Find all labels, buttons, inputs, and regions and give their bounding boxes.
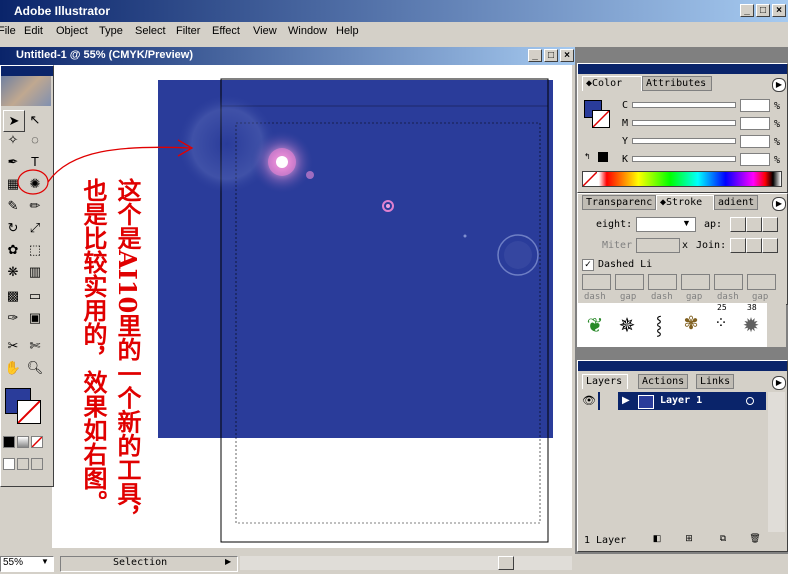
- status-dropdown-icon[interactable]: ▶: [225, 557, 231, 566]
- channel-m-label: M: [622, 118, 629, 129]
- tab-stroke[interactable]: ◆Stroke: [656, 195, 714, 210]
- miter-suffix: x: [682, 240, 689, 251]
- tab-layers[interactable]: Layers: [582, 374, 628, 389]
- splatter-brush-icon[interactable]: ✹: [737, 313, 765, 341]
- channel-m-slider[interactable]: [632, 120, 736, 126]
- new-sublayer-icon[interactable]: ⊞: [682, 533, 696, 546]
- round-cap-button[interactable]: [746, 217, 762, 232]
- channel-y-unit: %: [774, 137, 781, 148]
- miter-input[interactable]: [636, 238, 680, 253]
- lock-toggle[interactable]: [600, 392, 618, 410]
- color-panel-titlebar[interactable]: [578, 64, 787, 74]
- gap-3-label: gap: [752, 292, 769, 302]
- stroke-panel: Transparenc ◆Stroke adient ▶ eight: ▼ ap…: [577, 193, 788, 305]
- brush-size-38: 38: [747, 303, 757, 312]
- ink-brush-icon[interactable]: ⸾: [645, 313, 673, 341]
- visibility-eye-icon[interactable]: 👁︎: [580, 392, 598, 410]
- tab-color[interactable]: ◆Color: [582, 76, 642, 91]
- make-clipping-mask-icon[interactable]: ◧: [650, 533, 664, 546]
- square-cap-button[interactable]: [762, 217, 778, 232]
- channel-c-slider[interactable]: [632, 102, 736, 108]
- status-mode-value: Selection: [113, 557, 168, 568]
- layer-name[interactable]: Layer 1: [660, 395, 702, 406]
- layers-panel-menu-button[interactable]: ▶: [772, 376, 786, 390]
- brushes-scrollbar[interactable]: [767, 303, 786, 347]
- channel-y-slider[interactable]: [632, 138, 736, 144]
- tab-transparency[interactable]: Transparenc: [582, 195, 656, 210]
- brushes-panel: 25 38 ❦ ✵ ⸾ ✾ ⁘ ✹: [577, 303, 767, 347]
- gap-1-label: gap: [620, 292, 637, 302]
- target-circle-icon[interactable]: [746, 397, 754, 405]
- color-stroke-swatch[interactable]: [592, 110, 610, 128]
- tab-links[interactable]: Links: [696, 374, 734, 389]
- bevel-join-button[interactable]: [762, 238, 778, 253]
- color-spectrum-bar[interactable]: [582, 171, 782, 187]
- dash-1-label: dash: [584, 292, 606, 302]
- color-panel-menu-button[interactable]: ▶: [772, 78, 786, 92]
- gap-2-input[interactable]: [681, 274, 710, 290]
- dash-1-input[interactable]: [582, 274, 611, 290]
- star-brush-icon[interactable]: ✵: [613, 313, 641, 341]
- horizontal-scrollbar[interactable]: [240, 556, 572, 570]
- out-of-gamut-icon[interactable]: ↰: [584, 152, 591, 161]
- channel-k-slider[interactable]: [632, 156, 736, 162]
- layers-panel: Layers Actions Links ▶ 👁︎ ▶ Layer 1 1 La…: [577, 360, 788, 552]
- channel-m-input[interactable]: [740, 117, 770, 130]
- vertical-scrollbar[interactable]: [572, 65, 575, 548]
- annotation-line-1: 这个是AI10里的一个新的工具，: [113, 178, 142, 530]
- layer-row[interactable]: 👁︎ ▶ Layer 1: [580, 392, 766, 410]
- dash-2-input[interactable]: [648, 274, 677, 290]
- expand-triangle-icon[interactable]: ▶: [622, 395, 630, 406]
- channel-c-input[interactable]: [740, 99, 770, 112]
- weight-dropdown-icon[interactable]: ▼: [682, 218, 691, 228]
- dash-3-label: dash: [717, 292, 739, 302]
- zoom-value: 55%: [3, 557, 24, 568]
- black-swatch[interactable]: [598, 152, 608, 162]
- dash-3-input[interactable]: [714, 274, 743, 290]
- delete-layer-icon[interactable]: 🗑︎: [748, 533, 762, 546]
- miter-label: Miter: [602, 240, 633, 251]
- zoom-dropdown-icon[interactable]: ▼: [41, 557, 49, 566]
- dashed-line-label: Dashed Li: [598, 259, 653, 270]
- gap-2-label: gap: [686, 292, 703, 302]
- channel-k-input[interactable]: [740, 153, 770, 166]
- channel-c-label: C: [622, 100, 629, 111]
- new-layer-icon[interactable]: ⧉: [716, 533, 730, 546]
- stroke-panel-menu-button[interactable]: ▶: [772, 197, 786, 211]
- butt-cap-button[interactable]: [730, 217, 746, 232]
- channel-k-unit: %: [774, 155, 781, 166]
- layers-panel-titlebar[interactable]: [578, 361, 787, 371]
- layers-scrollbar[interactable]: [768, 392, 785, 532]
- channel-c-unit: %: [774, 101, 781, 112]
- annotation-line-2: 也是比较实用的，效果如右图。: [79, 178, 108, 514]
- channel-y-input[interactable]: [740, 135, 770, 148]
- butterfly-brush-icon[interactable]: ✾: [677, 313, 705, 341]
- layer-count: 1 Layer: [584, 535, 627, 546]
- status-mode-field[interactable]: Selection ▶: [60, 556, 238, 572]
- layers-list-area[interactable]: [580, 410, 766, 532]
- join-label: Join:: [696, 240, 727, 251]
- weight-label: eight:: [596, 219, 633, 230]
- dashed-line-checkbox[interactable]: ✓: [582, 259, 594, 271]
- channel-m-unit: %: [774, 119, 781, 130]
- tab-actions[interactable]: Actions: [638, 374, 688, 389]
- scatter-brush-icon[interactable]: ⁘: [707, 313, 735, 341]
- dash-2-label: dash: [651, 292, 673, 302]
- round-join-button[interactable]: [746, 238, 762, 253]
- gap-1-input[interactable]: [615, 274, 644, 290]
- status-bar: 55% ▼ Selection ▶: [0, 554, 788, 574]
- horizontal-scroll-thumb[interactable]: [498, 556, 514, 570]
- zoom-field[interactable]: 55% ▼: [0, 556, 54, 572]
- channel-k-label: K: [622, 154, 629, 165]
- brush-size-25: 25: [717, 303, 727, 312]
- leaf-brush-icon[interactable]: ❦: [581, 313, 609, 341]
- layer-thumbnail: [638, 395, 654, 409]
- gap-3-input[interactable]: [747, 274, 776, 290]
- tab-gradient[interactable]: adient: [714, 195, 758, 210]
- cap-label: ap:: [704, 219, 723, 230]
- channel-y-label: Y: [622, 136, 629, 147]
- tab-attributes[interactable]: Attributes: [642, 76, 712, 91]
- color-panel: ◆Color Attributes ▶ C % M % Y % ↰ K %: [577, 63, 788, 193]
- miter-join-button[interactable]: [730, 238, 746, 253]
